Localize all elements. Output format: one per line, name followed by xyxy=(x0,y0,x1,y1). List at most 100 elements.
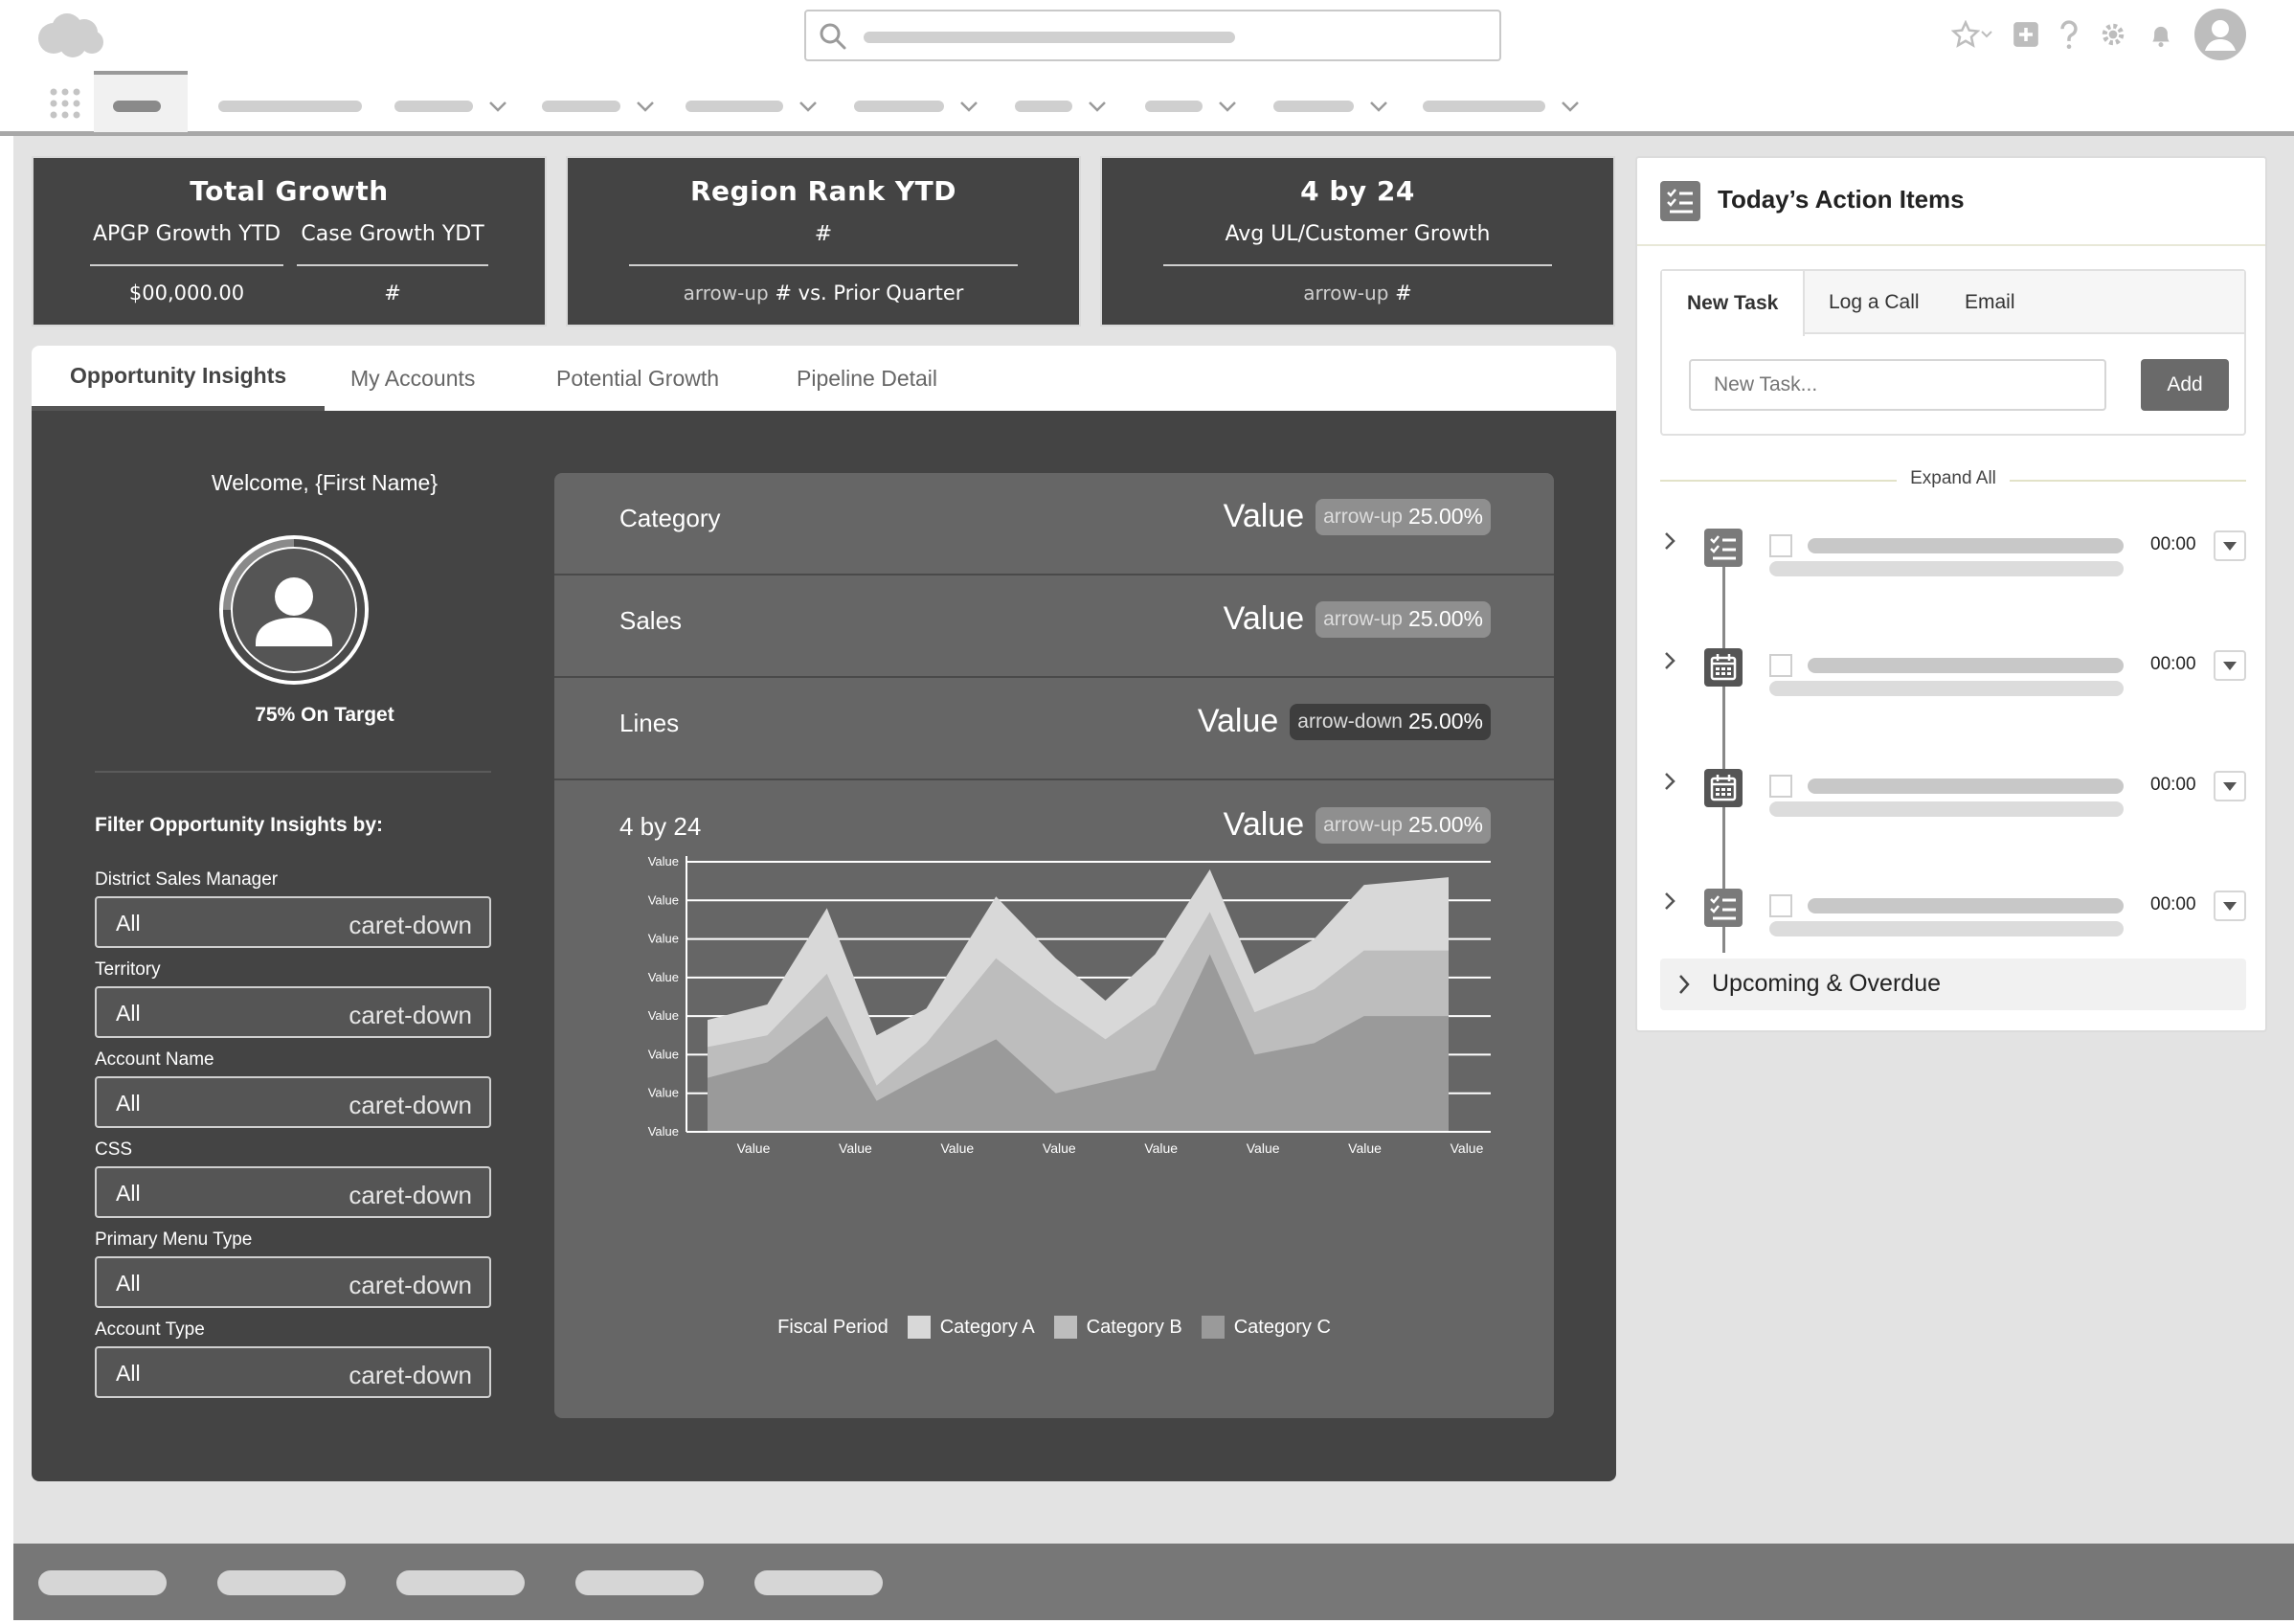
nav-item-home[interactable] xyxy=(94,71,188,132)
kpi-value-number: # xyxy=(775,282,792,304)
app-launcher-icon[interactable] xyxy=(50,88,80,119)
chevron-right-icon[interactable] xyxy=(1662,530,1677,552)
tab-email[interactable]: Email xyxy=(1940,271,2040,334)
task-menu-button[interactable] xyxy=(2214,891,2246,921)
caret-down-icon xyxy=(2223,662,2237,670)
metric-change-badge: arrow-up 25.00% xyxy=(1316,600,1491,638)
chart-change-badge: arrow-up 25.00% xyxy=(1316,806,1491,844)
kpi-divider xyxy=(629,264,1018,266)
legend-swatch xyxy=(1053,1316,1077,1339)
task-menu-button[interactable] xyxy=(2214,771,2246,801)
footer-item[interactable] xyxy=(38,1570,167,1595)
task-list-icon xyxy=(1660,181,1700,221)
filter-select-territory[interactable]: All caret-down xyxy=(95,986,491,1038)
chevron-down-icon[interactable] xyxy=(798,100,818,113)
chevron-down-icon xyxy=(1981,31,1992,38)
kpi-value-number: # xyxy=(1395,282,1412,304)
filter-label-account-name: Account Name xyxy=(95,1049,214,1070)
help-icon[interactable] xyxy=(2058,20,2080,49)
task-checkbox[interactable] xyxy=(1769,534,1792,557)
bell-icon[interactable] xyxy=(2147,20,2175,49)
tab-my-accounts[interactable]: My Accounts xyxy=(350,346,475,411)
favorites-menu[interactable] xyxy=(1951,20,1993,49)
footer-bar xyxy=(13,1544,2294,1620)
task-menu-button[interactable] xyxy=(2214,650,2246,681)
arrow-up-icon: arrow-up xyxy=(1323,505,1403,528)
chevron-down-icon[interactable] xyxy=(959,100,978,113)
footer-item[interactable] xyxy=(396,1570,525,1595)
nav-item[interactable] xyxy=(686,100,818,113)
tab-log-a-call[interactable]: Log a Call xyxy=(1804,271,1945,334)
chevron-right-icon[interactable] xyxy=(1662,891,1677,912)
task-checkbox[interactable] xyxy=(1769,654,1792,677)
nav-item[interactable] xyxy=(218,100,362,113)
task-checkbox[interactable] xyxy=(1769,775,1792,798)
caret-down-icon xyxy=(2223,542,2237,551)
kpi-title: Region Rank YTD xyxy=(690,175,956,207)
utility-icons xyxy=(1951,9,2246,60)
nav-item[interactable] xyxy=(394,100,507,113)
nav-item[interactable] xyxy=(1145,100,1237,113)
avatar-icon[interactable] xyxy=(2194,9,2246,60)
kpi-region-rank: Region Rank YTD # arrow-up # vs. Prior Q… xyxy=(566,156,1081,327)
kpi-4-by-24: 4 by 24 Avg UL/Customer Growth arrow-up … xyxy=(1100,156,1615,327)
new-task-input[interactable] xyxy=(1689,359,2106,411)
tab-potential-growth[interactable]: Potential Growth xyxy=(556,346,719,411)
nav-item[interactable] xyxy=(1423,100,1580,113)
chevron-down-icon[interactable] xyxy=(1561,100,1580,113)
filter-select-district-sales-manager[interactable]: All caret-down xyxy=(95,896,491,948)
footer-item[interactable] xyxy=(217,1570,346,1595)
chevron-right-icon[interactable] xyxy=(1662,771,1677,792)
chevron-down-icon[interactable] xyxy=(636,100,655,113)
task-time: 00:00 xyxy=(2150,654,2196,674)
caret-down-icon xyxy=(2223,782,2237,791)
filter-select-primary-menu-type[interactable]: All caret-down xyxy=(95,1256,491,1308)
cloud-logo-icon[interactable] xyxy=(34,10,105,59)
filter-value: All xyxy=(116,1001,141,1026)
task-time: 00:00 xyxy=(2150,775,2196,795)
caret-down-icon: caret-down xyxy=(349,1091,472,1119)
footer-item[interactable] xyxy=(575,1570,704,1595)
task-time: 00:00 xyxy=(2150,894,2196,914)
tab-pipeline-detail[interactable]: Pipeline Detail xyxy=(797,346,937,411)
chevron-down-icon[interactable] xyxy=(488,100,507,113)
gear-icon[interactable] xyxy=(2099,20,2127,49)
metric-row-category: Category Value arrow-up 25.00% xyxy=(554,473,1554,575)
add-task-button[interactable]: Add xyxy=(2141,359,2229,411)
nav-item[interactable] xyxy=(854,100,978,113)
on-target-text: 75% On Target xyxy=(255,704,394,726)
expand-all-link[interactable]: Expand All xyxy=(1897,468,2010,488)
nav-item-placeholder-bar xyxy=(1423,101,1545,112)
calendar-icon xyxy=(1704,648,1743,687)
nav-item[interactable] xyxy=(542,100,655,113)
filter-select-account-type[interactable]: All caret-down xyxy=(95,1346,491,1398)
nav-item-placeholder-bar xyxy=(854,101,944,112)
plus-square-icon[interactable] xyxy=(2013,21,2039,48)
chevron-down-icon[interactable] xyxy=(1088,100,1107,113)
filter-select-account-name[interactable]: All caret-down xyxy=(95,1076,491,1128)
nav-item[interactable] xyxy=(1273,100,1388,113)
task-menu-button[interactable] xyxy=(2214,530,2246,561)
chevron-down-icon[interactable] xyxy=(1369,100,1388,113)
kpi-value: arrow-up # vs. Prior Quarter xyxy=(684,282,964,304)
global-search[interactable] xyxy=(804,10,1501,61)
arrow-up-icon: arrow-up xyxy=(1303,282,1389,304)
chevron-down-icon[interactable] xyxy=(1218,100,1237,113)
task-checkbox[interactable] xyxy=(1769,894,1792,917)
nav-item[interactable] xyxy=(1015,100,1107,113)
upcoming-overdue-section[interactable]: Upcoming & Overdue xyxy=(1660,959,2246,1010)
y-tick-label: Value xyxy=(648,1008,679,1023)
tab-opportunity-insights[interactable]: Opportunity Insights xyxy=(32,346,326,411)
x-tick-label: Value xyxy=(1144,1140,1178,1156)
filter-heading: Filter Opportunity Insights by: xyxy=(95,814,383,836)
footer-item[interactable] xyxy=(754,1570,883,1595)
task-time: 00:00 xyxy=(2150,534,2196,554)
task-title-placeholder xyxy=(1808,658,2124,673)
legend-label: Category B xyxy=(1086,1316,1182,1338)
task-subtitle-placeholder xyxy=(1769,801,2124,817)
tab-new-task[interactable]: New Task xyxy=(1662,271,1806,336)
filter-select-css[interactable]: All caret-down xyxy=(95,1166,491,1218)
metric-row-lines: Lines Value arrow-down 25.00% xyxy=(554,678,1554,780)
nav-item-placeholder-bar xyxy=(1145,101,1203,112)
chevron-right-icon[interactable] xyxy=(1662,650,1677,671)
